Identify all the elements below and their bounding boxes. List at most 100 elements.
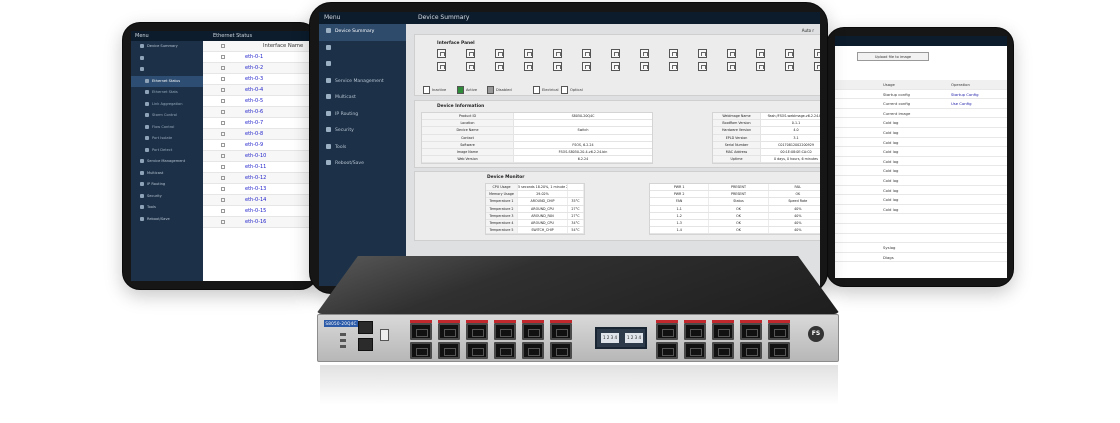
- interface-row[interactable]: eth-0-12: [203, 173, 311, 184]
- sidebar-item[interactable]: Device Summary: [131, 41, 203, 53]
- interface-port[interactable]: [640, 62, 649, 71]
- interface-port[interactable]: [814, 62, 820, 71]
- sidebar-item[interactable]: [131, 53, 203, 65]
- interface-row[interactable]: eth-0-2: [203, 63, 311, 74]
- interface-link[interactable]: eth-0-15: [245, 208, 266, 214]
- interface-link[interactable]: eth-0-9: [245, 142, 263, 148]
- row-checkbox[interactable]: [221, 198, 225, 202]
- row-checkbox[interactable]: [221, 88, 225, 92]
- interface-port[interactable]: [785, 62, 794, 71]
- row-checkbox[interactable]: [221, 187, 225, 191]
- file-operation-link[interactable]: [945, 138, 1007, 147]
- sidebar-item[interactable]: Port Isolate: [131, 133, 203, 145]
- interface-link[interactable]: eth-0-14: [245, 197, 266, 203]
- interface-row[interactable]: eth-0-5: [203, 96, 311, 107]
- sidebar-item[interactable]: Service Management: [319, 74, 406, 91]
- interface-port[interactable]: [814, 49, 820, 58]
- file-operation-link[interactable]: [945, 118, 1007, 127]
- interface-port[interactable]: [785, 49, 794, 58]
- interface-port[interactable]: [582, 49, 591, 58]
- file-operation-link[interactable]: [945, 176, 1007, 185]
- row-checkbox[interactable]: [221, 165, 225, 169]
- sidebar-item[interactable]: Reboot/Save: [319, 156, 406, 173]
- sidebar-item[interactable]: IP Routing: [131, 179, 203, 191]
- file-operation-link[interactable]: [945, 186, 1007, 195]
- interface-port[interactable]: [669, 62, 678, 71]
- sidebar-item[interactable]: IP Routing: [319, 107, 406, 124]
- sidebar-item[interactable]: Ethernet Stats: [131, 87, 203, 99]
- interface-port[interactable]: [495, 62, 504, 71]
- interface-row[interactable]: eth-0-8: [203, 129, 311, 140]
- interface-link[interactable]: eth-0-7: [245, 120, 263, 126]
- interface-row[interactable]: eth-0-7: [203, 118, 311, 129]
- interface-link[interactable]: eth-0-6: [245, 109, 263, 115]
- row-checkbox[interactable]: [221, 209, 225, 213]
- interface-port[interactable]: [466, 62, 475, 71]
- sidebar-item[interactable]: [319, 41, 406, 58]
- interface-link[interactable]: eth-0-8: [245, 131, 263, 137]
- row-checkbox[interactable]: [221, 132, 225, 136]
- file-operation-link[interactable]: [945, 253, 1007, 262]
- row-checkbox[interactable]: [221, 110, 225, 114]
- sidebar-item[interactable]: Ethernet Status: [131, 75, 203, 87]
- interface-port[interactable]: [524, 62, 533, 71]
- interface-row[interactable]: eth-0-1: [203, 52, 311, 63]
- sidebar-item[interactable]: Storm Control: [131, 110, 203, 122]
- interface-port[interactable]: [698, 49, 707, 58]
- file-operation-link[interactable]: [945, 214, 1007, 223]
- file-operation-link[interactable]: [945, 166, 1007, 175]
- sidebar-item[interactable]: Security: [131, 191, 203, 203]
- interface-port[interactable]: [611, 49, 620, 58]
- file-operation-link[interactable]: [945, 243, 1007, 252]
- row-checkbox[interactable]: [221, 121, 225, 125]
- interface-port[interactable]: [553, 49, 562, 58]
- interface-port[interactable]: [553, 62, 562, 71]
- file-operation-link[interactable]: Startup Config: [945, 90, 1007, 99]
- interface-link[interactable]: eth-0-12: [245, 175, 266, 181]
- sidebar-item[interactable]: [131, 64, 203, 76]
- sidebar-item[interactable]: Tools: [319, 140, 406, 157]
- file-operation-link[interactable]: [945, 157, 1007, 166]
- sidebar-item[interactable]: Flow Control: [131, 122, 203, 134]
- interface-port[interactable]: [437, 49, 446, 58]
- file-operation-link[interactable]: [945, 234, 1007, 243]
- interface-port[interactable]: [727, 49, 736, 58]
- row-checkbox[interactable]: [221, 154, 225, 158]
- interface-link[interactable]: eth-0-1: [245, 54, 263, 60]
- interface-row[interactable]: eth-0-15: [203, 206, 311, 217]
- interface-port[interactable]: [727, 62, 736, 71]
- interface-link[interactable]: eth-0-11: [245, 164, 266, 170]
- interface-row[interactable]: eth-0-16: [203, 217, 311, 228]
- sidebar-item[interactable]: Tools: [131, 202, 203, 214]
- upload-image-button[interactable]: Upload file to image: [857, 52, 929, 61]
- sidebar-item[interactable]: Security: [319, 123, 406, 140]
- interface-row[interactable]: eth-0-14: [203, 195, 311, 206]
- sidebar-item[interactable]: Link Aggregation: [131, 99, 203, 111]
- interface-link[interactable]: eth-0-13: [245, 186, 266, 192]
- sidebar-item[interactable]: Port Detect: [131, 145, 203, 157]
- interface-port[interactable]: [698, 62, 707, 71]
- file-operation-link[interactable]: [945, 195, 1007, 204]
- interface-row[interactable]: eth-0-4: [203, 85, 311, 96]
- interface-link[interactable]: eth-0-2: [245, 65, 263, 71]
- file-operation-link[interactable]: Use Config: [945, 99, 1007, 108]
- interface-port[interactable]: [611, 62, 620, 71]
- sidebar-item[interactable]: [319, 57, 406, 74]
- interface-port[interactable]: [466, 49, 475, 58]
- sidebar-item[interactable]: Device Summary: [319, 24, 406, 41]
- row-checkbox[interactable]: [221, 176, 225, 180]
- sidebar-item[interactable]: Reboot/Save: [131, 214, 203, 226]
- interface-row[interactable]: eth-0-11: [203, 162, 311, 173]
- interface-port[interactable]: [495, 49, 504, 58]
- interface-port[interactable]: [437, 62, 446, 71]
- sidebar-item[interactable]: Multicast: [131, 168, 203, 180]
- interface-row[interactable]: eth-0-13: [203, 184, 311, 195]
- interface-link[interactable]: eth-0-4: [245, 87, 263, 93]
- row-checkbox[interactable]: [221, 66, 225, 70]
- interface-port[interactable]: [582, 62, 591, 71]
- auto-refresh-label[interactable]: Auto r: [802, 28, 814, 33]
- row-checkbox[interactable]: [221, 99, 225, 103]
- file-operation-link[interactable]: [945, 205, 1007, 214]
- interface-row[interactable]: eth-0-3: [203, 74, 311, 85]
- file-operation-link[interactable]: [945, 224, 1007, 233]
